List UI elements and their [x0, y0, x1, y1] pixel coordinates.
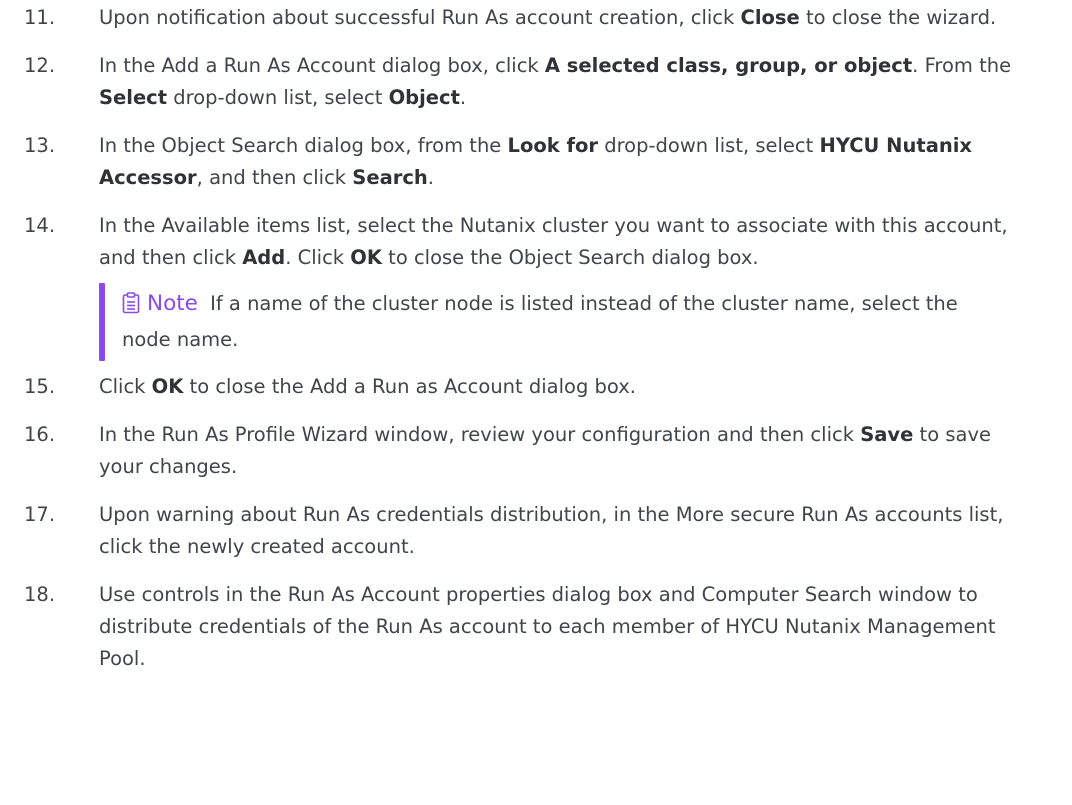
step-11: 11. Upon notification about successful R… [0, 2, 1034, 34]
note-body: Note If a name of the cluster node is li… [122, 283, 1012, 361]
text-run: . Click [285, 246, 351, 269]
step-text: In the Add a Run As Account dialog box, … [99, 54, 1011, 109]
note-accent-bar [99, 283, 105, 361]
step-18: 18. Use controls in the Run As Account p… [0, 579, 1034, 675]
text-run: In the Add a Run As Account dialog box, … [99, 54, 545, 77]
step-text: In the Object Search dialog box, from th… [99, 134, 972, 189]
step-14: 14. In the Available items list, select … [0, 210, 1034, 361]
ui-term: Add [242, 246, 286, 269]
step-number: 16. [24, 423, 56, 446]
note-icon [122, 292, 140, 324]
text-run: drop-down list, select [598, 134, 820, 157]
step-text: Upon notification about successful Run A… [99, 6, 996, 29]
text-run: Upon notification about successful Run A… [99, 6, 741, 29]
text-run: drop-down list, select [167, 86, 389, 109]
step-text: In the Run As Profile Wizard window, rev… [99, 423, 991, 478]
step-text: Upon warning about Run As credentials di… [99, 503, 1004, 558]
document-page: 11. Upon notification about successful R… [0, 0, 1072, 805]
text-run: , and then click [196, 166, 353, 189]
text-run: Click [99, 375, 152, 398]
text-run: In the Run As Profile Wizard window, rev… [99, 423, 861, 446]
ui-term: Search [352, 166, 428, 189]
step-text: Click OK to close the Add a Run as Accou… [99, 375, 636, 398]
step-16: 16. In the Run As Profile Wizard window,… [0, 419, 1034, 483]
text-run: . [459, 86, 467, 109]
step-number: 14. [24, 214, 56, 237]
step-number: 12. [24, 54, 56, 77]
ui-term: OK [151, 375, 184, 398]
ui-term: OK [350, 246, 382, 269]
note-text: If a name of the cluster node is listed … [122, 292, 958, 351]
text-run: to close the Add a Run as Account dialog… [183, 375, 637, 398]
ui-term: Object [388, 86, 460, 109]
step-number: 18. [24, 583, 56, 606]
text-run: to close the Object Search dialog box. [381, 246, 759, 269]
step-number: 17. [24, 503, 56, 526]
step-15: 15. Click OK to close the Add a Run as A… [0, 371, 1034, 403]
ui-term: A selected class, group, or object [544, 54, 913, 77]
text-run: to close the wizard. [799, 6, 997, 29]
step-text: In the Available items list, select the … [99, 214, 1008, 269]
step-17: 17. Upon warning about Run As credential… [0, 499, 1034, 563]
ui-term: Close [740, 6, 800, 29]
text-run: . From the [912, 54, 1012, 77]
ui-term: Select [99, 86, 168, 109]
note-callout: Note If a name of the cluster node is li… [99, 283, 1034, 361]
step-number: 15. [24, 375, 56, 398]
ui-term: Save [860, 423, 914, 446]
step-13: 13. In the Object Search dialog box, fro… [0, 130, 1034, 194]
step-12: 12. In the Add a Run As Account dialog b… [0, 50, 1034, 114]
note-label: Note [147, 291, 198, 316]
text-run: In the Object Search dialog box, from th… [99, 134, 508, 157]
step-number: 11. [24, 6, 56, 29]
ui-term: Look for [507, 134, 598, 157]
text-run: . [427, 166, 434, 189]
step-text: Use controls in the Run As Account prope… [99, 583, 996, 670]
procedure-steps: 11. Upon notification about successful R… [0, 0, 1072, 670]
step-number: 13. [24, 134, 56, 157]
